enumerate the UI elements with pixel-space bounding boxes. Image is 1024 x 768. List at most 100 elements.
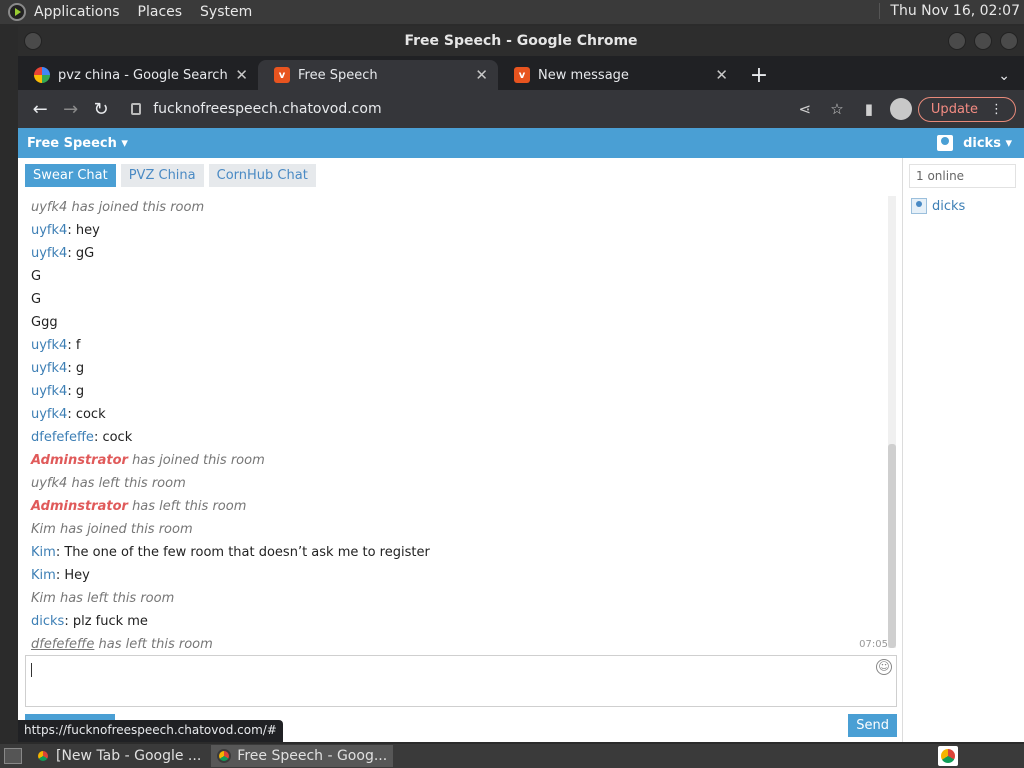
message-nick[interactable]: Adminstrator [31, 453, 128, 468]
share-icon[interactable]: ⋖ [790, 94, 820, 124]
message-row: uyfk4: cock [31, 407, 106, 422]
message-text: g [75, 384, 85, 399]
online-user-name[interactable]: dicks [932, 199, 965, 214]
window-titlebar[interactable]: Free Speech - Google Chrome [18, 26, 1024, 56]
online-user-item[interactable]: dicks [911, 198, 1024, 214]
task-new-tab[interactable]: [New Tab - Google ... [30, 745, 207, 767]
kebab-menu-icon[interactable]: ⋮ [990, 102, 1003, 117]
message-nick[interactable]: uyfk4 [31, 361, 67, 376]
chat-area: Swear Chat PVZ China CornHub Chat uyfk4 … [18, 158, 902, 742]
message-nick[interactable]: dicks [31, 614, 64, 629]
menu-applications[interactable]: Applications [34, 4, 120, 20]
message-nick[interactable]: Kim [31, 568, 56, 583]
message-row: dicks: plz fuck me [31, 614, 148, 629]
update-button[interactable]: Update ⋮ [917, 96, 1017, 122]
tab-label: New message [538, 67, 629, 83]
chatovod-icon: v [274, 67, 290, 83]
menu-system[interactable]: System [200, 4, 252, 20]
tab-free-speech[interactable]: v Free Speech ✕ [258, 60, 498, 90]
tab-new-message[interactable]: v New message ✕ [498, 60, 738, 90]
profile-avatar-icon[interactable] [889, 98, 912, 120]
message-nick[interactable]: uyfk4 [31, 407, 67, 422]
message-nick[interactable]: uyfk4 [31, 223, 67, 238]
side-panel-icon[interactable]: ▮ [854, 94, 884, 124]
message-text: has joined this room [132, 453, 265, 468]
update-label: Update [930, 101, 979, 117]
room-tab-cornhub-chat[interactable]: CornHub Chat [208, 164, 316, 187]
message-text: G [31, 292, 42, 307]
user-avatar-icon [911, 198, 927, 214]
url-text[interactable]: fucknofreespeech.chatovod.com [153, 101, 381, 117]
message-nick[interactable]: uyfk4 [31, 384, 67, 399]
forward-button[interactable]: → [56, 94, 84, 124]
online-count: 1 online [909, 164, 1016, 188]
message-text: Ggg [31, 315, 58, 330]
google-icon [34, 67, 50, 83]
close-tab-icon[interactable]: ✕ [475, 66, 488, 84]
menu-places[interactable]: Places [138, 4, 183, 20]
message-nick[interactable]: uyfk4 [31, 338, 67, 353]
message-nick[interactable]: Kim [31, 591, 56, 606]
message-nick[interactable]: Adminstrator [31, 499, 128, 514]
send-button[interactable]: Send [848, 714, 897, 737]
message-row: G [31, 265, 888, 288]
emoji-icon[interactable]: ☺ [876, 659, 892, 675]
message-list: uyfk4 has joined this room uyfk4: hey uyfk… [18, 196, 888, 652]
bookmark-star-icon[interactable]: ☆ [822, 94, 852, 124]
maximize-button[interactable] [974, 32, 992, 50]
show-desktop-icon[interactable] [4, 748, 22, 764]
online-users-sidebar: 1 online dicks [902, 158, 1024, 742]
message-nick[interactable]: uyfk4 [31, 476, 67, 491]
distro-logo-icon[interactable] [8, 3, 26, 21]
room-tabs: Swear Chat PVZ China CornHub Chat [18, 158, 902, 193]
minimize-button[interactable] [948, 32, 966, 50]
message-text: has joined this room [71, 200, 205, 215]
message-nick[interactable]: uyfk4 [31, 200, 67, 215]
clock[interactable]: Thu Nov 16, 02:07 [879, 3, 1020, 19]
browser-toolbar: ← → ↻ fucknofreespeech.chatovod.com ⋖ ☆ … [18, 90, 1024, 128]
room-tab-pvz-china[interactable]: PVZ China [120, 164, 204, 187]
messages-scrollbar[interactable] [888, 196, 896, 648]
message-row: Adminstrator has joined this room [31, 449, 888, 472]
back-button[interactable]: ← [26, 94, 54, 124]
message-row: uyfk4: hey [31, 223, 100, 238]
message-nick[interactable]: Kim [31, 545, 56, 560]
message-nick[interactable]: dfefefeffe [31, 430, 94, 445]
message-row: dfefefeffe: cock [31, 430, 133, 445]
tab-pvz-china[interactable]: pvz china - Google Search ✕ [18, 60, 258, 90]
browser-window: Free Speech - Google Chrome pvz china - … [18, 26, 1024, 742]
room-tab-swear-chat[interactable]: Swear Chat [25, 164, 116, 187]
user-menu[interactable]: dicks ▾ [937, 135, 1012, 151]
tab-strip: pvz china - Google Search ✕ v Free Speec… [18, 56, 1024, 90]
scrollbar-thumb[interactable] [888, 444, 896, 648]
message-row: Kim has joined this room [31, 518, 888, 541]
message-text: G [31, 269, 42, 284]
tab-search-chevron-icon[interactable]: ⌄ [998, 68, 1010, 84]
close-window-button[interactable] [1000, 32, 1018, 50]
tray-chrome-icon[interactable] [938, 746, 958, 766]
close-tab-icon[interactable]: ✕ [715, 66, 728, 84]
message-row: uyfk4 has joined this room [31, 196, 888, 219]
message-row: uyfk4: f [31, 338, 81, 353]
reload-button[interactable]: ↻ [87, 94, 115, 124]
tab-label: pvz china - Google Search [58, 67, 228, 83]
new-tab-button[interactable]: + [744, 60, 774, 90]
close-tab-icon[interactable]: ✕ [235, 66, 248, 84]
chatovod-icon: v [514, 67, 530, 83]
task-label: Free Speech - Goog... [237, 748, 388, 764]
lock-icon[interactable] [131, 103, 142, 115]
message-text: has joined this room [59, 522, 193, 537]
message-input[interactable]: ☺ [25, 655, 897, 707]
message-nick[interactable]: Kim [31, 522, 56, 537]
message-nick[interactable]: uyfk4 [31, 246, 67, 261]
window-menu-button[interactable] [24, 32, 42, 50]
message-text: has left this room [98, 637, 213, 652]
chat-brand-dropdown[interactable]: Free Speech ▾ [18, 136, 128, 151]
message-nick[interactable]: dfefefeffe [31, 637, 94, 652]
user-icon [937, 135, 954, 151]
task-free-speech[interactable]: Free Speech - Goog... [211, 745, 394, 767]
address-bar[interactable]: fucknofreespeech.chatovod.com [125, 94, 788, 124]
brand-label: Free Speech [27, 135, 117, 151]
message-text: has left this room [71, 476, 186, 491]
message-text: Hey [64, 568, 90, 583]
